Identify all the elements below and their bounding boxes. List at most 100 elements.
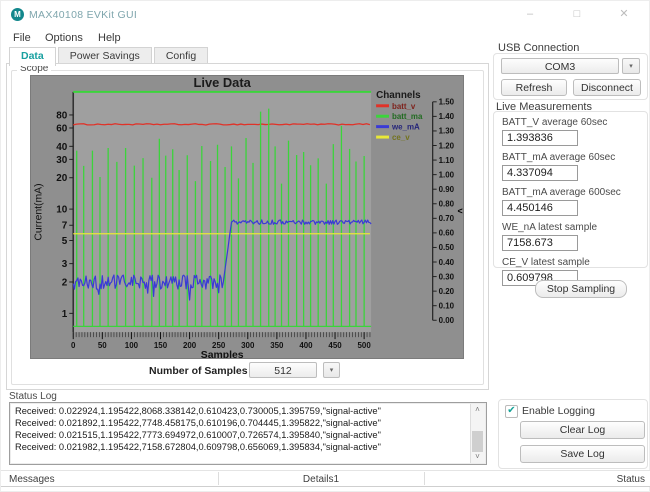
measurement-value: 4.450146 (502, 200, 578, 216)
statusbar-status: Status (617, 474, 645, 485)
svg-text:1.20: 1.20 (439, 141, 455, 150)
chevron-down-icon[interactable]: ▾ (323, 362, 340, 378)
close-icon[interactable]: ✕ (616, 6, 632, 22)
svg-text:ce_v: ce_v (392, 133, 410, 142)
svg-text:7: 7 (62, 221, 68, 232)
svg-text:we_mA: we_mA (391, 123, 420, 132)
svg-text:5: 5 (62, 236, 68, 247)
statusbar-details: Details1 (218, 474, 424, 485)
svg-text:0.00: 0.00 (439, 316, 455, 325)
scrollbar-thumb[interactable] (472, 431, 483, 452)
refresh-button[interactable]: Refresh (501, 79, 567, 96)
svg-text:400: 400 (299, 341, 313, 350)
log-line: Received: 0.021515,1.195422,7773.694972,… (15, 429, 468, 441)
svg-text:150: 150 (154, 341, 168, 350)
com-port-select[interactable]: COM3 (501, 58, 619, 74)
measurement-batt-ma-600: BATT_mA average 600sec 4.450146 (502, 187, 647, 216)
log-scrollbar[interactable]: ˄ ˅ (470, 404, 485, 463)
svg-text:batt_v: batt_v (392, 102, 416, 111)
svg-text:300: 300 (241, 341, 255, 350)
svg-text:1.00: 1.00 (439, 170, 455, 179)
measurement-value: 4.337094 (502, 165, 578, 181)
svg-text:200: 200 (183, 341, 197, 350)
svg-text:30: 30 (56, 155, 68, 166)
tab-data[interactable]: Data (9, 47, 56, 66)
clear-log-button[interactable]: Clear Log (520, 421, 645, 439)
svg-text:0.60: 0.60 (439, 229, 455, 238)
measurement-label: WE_nA latest sample (502, 222, 647, 233)
svg-text:80: 80 (56, 110, 68, 121)
measurement-label: CE_V latest sample (502, 257, 647, 268)
svg-text:0.30: 0.30 (439, 272, 455, 281)
scroll-up-icon[interactable]: ˄ (471, 404, 484, 416)
number-of-samples-label: Number of Samples (149, 365, 248, 377)
live-measurements-box: BATT_V average 60sec 1.393836 BATT_mA av… (493, 111, 648, 268)
svg-text:1.30: 1.30 (439, 127, 455, 136)
svg-text:0.70: 0.70 (439, 214, 455, 223)
log-line: Received: 0.022924,1.195422,8068.338142,… (15, 405, 468, 417)
chevron-down-icon[interactable]: ▾ (622, 58, 640, 74)
svg-text:100: 100 (125, 341, 139, 350)
svg-text:2: 2 (62, 277, 68, 288)
svg-text:350: 350 (270, 341, 284, 350)
svg-text:0.90: 0.90 (439, 185, 455, 194)
enable-logging-label: Enable Logging (522, 405, 595, 417)
measurement-value: 7158.673 (502, 235, 578, 251)
svg-text:0.50: 0.50 (439, 243, 455, 252)
status-log-label: Status Log (9, 391, 57, 402)
measurement-we-na: WE_nA latest sample 7158.673 (502, 222, 647, 251)
app-window: M MAX40108 EVKit GUI – □ ✕ File Options … (0, 0, 650, 492)
measurement-label: BATT_mA average 600sec (502, 187, 647, 198)
menu-file[interactable]: File (13, 32, 31, 44)
checkmark-icon: ✔ (507, 405, 515, 416)
minimize-icon[interactable]: – (522, 6, 538, 22)
svg-text:batt_ma: batt_ma (392, 112, 423, 121)
number-of-samples-combo[interactable]: 512 (249, 362, 317, 378)
svg-text:1: 1 (62, 309, 68, 320)
svg-text:3: 3 (62, 259, 68, 270)
svg-text:40: 40 (56, 142, 68, 153)
log-line: Received: 0.021892,1.195422,7748.458175,… (15, 417, 468, 429)
svg-text:20: 20 (56, 173, 68, 184)
svg-text:50: 50 (98, 341, 107, 350)
svg-text:1.50: 1.50 (439, 98, 455, 107)
save-log-button[interactable]: Save Log (520, 445, 645, 463)
statusbar-messages: Messages (9, 474, 55, 485)
measurement-label: BATT_mA average 60sec (502, 152, 647, 163)
enable-logging-checkbox[interactable]: ✔ (505, 405, 518, 418)
svg-text:10: 10 (56, 205, 68, 216)
svg-text:1.10: 1.10 (439, 156, 455, 165)
svg-text:0.40: 0.40 (439, 258, 455, 267)
statusbar-divider (424, 472, 425, 485)
svg-text:1.40: 1.40 (439, 112, 455, 121)
maximize-icon[interactable]: □ (569, 6, 585, 22)
svg-text:Live Data: Live Data (194, 76, 252, 90)
svg-text:0.80: 0.80 (439, 200, 455, 209)
menu-help[interactable]: Help (98, 32, 121, 44)
svg-text:Channels: Channels (376, 90, 421, 101)
measurement-batt-v-60: BATT_V average 60sec 1.393836 (502, 117, 647, 146)
window-title: MAX40108 EVKit GUI (29, 9, 137, 21)
svg-text:Samples: Samples (201, 350, 244, 358)
svg-text:0.20: 0.20 (439, 287, 455, 296)
status-bar: Messages Details1 Status (1, 470, 650, 487)
disconnect-button[interactable]: Disconnect (573, 79, 641, 96)
svg-text:450: 450 (328, 341, 342, 350)
svg-text:Current(mA): Current(mA) (33, 183, 44, 240)
status-log-lines: Received: 0.022924,1.195422,8068.338142,… (15, 405, 468, 453)
svg-text:<: < (458, 206, 463, 216)
svg-text:60: 60 (56, 123, 68, 134)
measurement-batt-ma-60: BATT_mA average 60sec 4.337094 (502, 152, 647, 181)
menu-options[interactable]: Options (45, 32, 83, 44)
stop-sampling-button[interactable]: Stop Sampling (535, 280, 627, 298)
log-line: Received: 0.021982,1.195422,7158.672804,… (15, 441, 468, 453)
scope-chart: Live Data 1 2 3 5 7 10 20 30 40 60 80 Current(mA) 0 50… (30, 75, 464, 359)
maxim-logo-icon: M (11, 8, 24, 21)
svg-text:0: 0 (71, 341, 76, 350)
measurement-label: BATT_V average 60sec (502, 117, 647, 128)
measurement-value: 1.393836 (502, 130, 578, 146)
scroll-down-icon[interactable]: ˅ (471, 451, 484, 463)
status-log-textarea[interactable]: Received: 0.022924,1.195422,8068.338142,… (9, 402, 487, 465)
svg-text:0.10: 0.10 (439, 301, 455, 310)
svg-text:500: 500 (358, 341, 372, 350)
